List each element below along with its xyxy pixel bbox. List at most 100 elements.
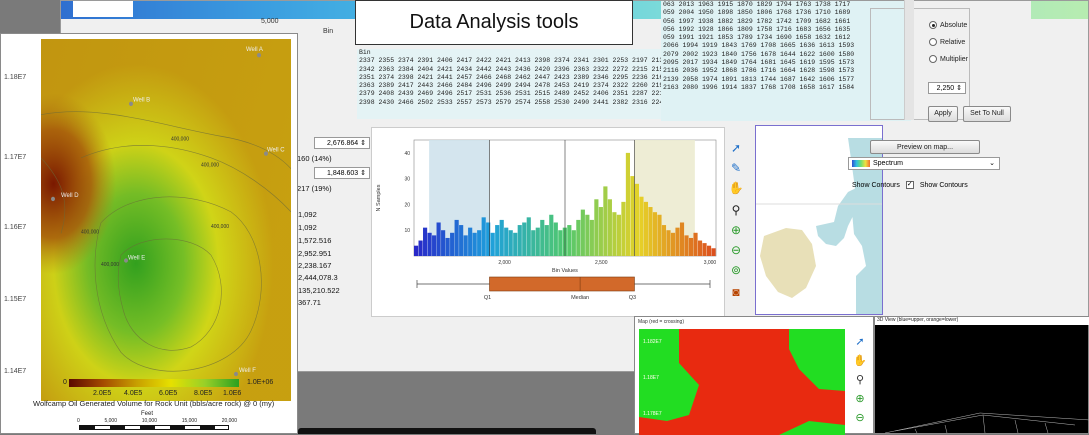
data-grid-secondary[interactable]: Bin 2337 2355 2374 2391 2406 2417 2422 2… xyxy=(357,49,661,119)
histogram-bar xyxy=(603,186,608,256)
histogram-bar xyxy=(535,227,540,256)
callout-label: Data Analysis tools xyxy=(355,0,633,45)
adjust-value: 2,250 xyxy=(936,85,955,92)
legend-min: 0 xyxy=(63,379,67,386)
histogram-bar xyxy=(526,217,531,256)
select-arrow-icon[interactable]: ➚ xyxy=(849,333,871,352)
camera-icon[interactable]: ◙ xyxy=(727,283,745,301)
crossing-y-label: 1.18E7 xyxy=(643,375,659,381)
box-plot-label: Median xyxy=(571,295,589,301)
stat-field-2-value: 1,848.603 xyxy=(327,170,359,177)
y-tick-label: 40 xyxy=(404,151,410,157)
box-plot-box xyxy=(489,276,635,292)
histogram-bar xyxy=(688,237,694,256)
map-y-label: 1.15E7 xyxy=(4,296,27,303)
magnifier-icon[interactable]: ⚲ xyxy=(849,371,871,390)
histogram-panel: 40 30 20 10 N Samples 2,000 2,500 3,000 Bin Valu… xyxy=(371,127,725,317)
3d-view-canvas[interactable] xyxy=(875,325,1089,435)
color-scheme-select[interactable]: Spectrum ⌄ xyxy=(848,157,1000,170)
histogram-bar xyxy=(468,227,473,256)
pencil-icon[interactable]: ✎ xyxy=(727,159,745,177)
radio-dot xyxy=(929,21,937,29)
grid-scrollbar[interactable] xyxy=(904,0,914,120)
radio-absolute[interactable]: Absolute xyxy=(929,21,967,29)
zoom-out-icon[interactable]: ⊖ xyxy=(727,241,745,259)
histogram-bar xyxy=(666,230,671,256)
stat-value: 1,572.516 xyxy=(298,236,332,245)
histogram-bar xyxy=(418,240,423,256)
histogram-bar xyxy=(445,237,450,256)
zoom-in-icon[interactable]: ⊕ xyxy=(849,390,871,409)
contour-options: Show Contours ✓ Show Contours xyxy=(852,181,968,189)
zoom-out-icon[interactable]: ⊖ xyxy=(849,409,871,428)
well-label: Well E xyxy=(128,254,145,261)
histogram-bar xyxy=(697,240,703,256)
histogram-bar xyxy=(589,219,594,256)
stat-field-2[interactable]: 1,848.603 ⇕ xyxy=(314,167,370,179)
radio-dot xyxy=(929,55,937,63)
box-plot-label: Q1 xyxy=(484,295,491,301)
selection-map-preview[interactable] xyxy=(755,125,883,315)
histogram-bar xyxy=(513,232,518,256)
crossing-map[interactable]: 1.182E7 1.18E7 1.178E7 xyxy=(639,329,845,435)
histogram-bar xyxy=(558,230,563,256)
legend-max: 1.0E+06 xyxy=(247,379,274,386)
histogram-bar xyxy=(585,214,590,256)
histogram-bar xyxy=(522,222,527,256)
color-legend-bar xyxy=(69,379,239,387)
histogram-bar xyxy=(661,225,667,256)
pan-hand-icon[interactable]: ✋ xyxy=(849,352,871,371)
y-axis-label: N Samples xyxy=(376,184,382,211)
histogram-bar xyxy=(495,225,500,256)
apply-button[interactable]: Apply xyxy=(928,106,958,122)
magnifier-icon[interactable]: ⚲ xyxy=(727,201,745,219)
stat-value: 2,952.951 xyxy=(298,249,332,258)
adjust-value-spinner[interactable]: 2,250 ⇕ xyxy=(928,82,966,94)
histogram-bar xyxy=(693,232,698,256)
show-contours-checkbox[interactable]: ✓ xyxy=(905,181,914,189)
radio-relative[interactable]: Relative xyxy=(929,38,965,46)
set-to-null-button[interactable]: Set To Null xyxy=(963,106,1011,122)
histogram-bar xyxy=(684,235,689,256)
well-label: Well F xyxy=(239,367,256,374)
histogram-bar xyxy=(634,183,640,256)
radio-multiplier[interactable]: Multiplier xyxy=(929,55,968,63)
chevron-down-icon: ⌄ xyxy=(989,160,995,167)
histogram-chart[interactable]: 40 30 20 10 N Samples 2,000 2,500 3,000 Bin Valu… xyxy=(372,128,726,318)
pan-hand-icon[interactable]: ✋ xyxy=(727,179,745,197)
map-y-label: 1.16E7 xyxy=(4,224,27,231)
preview-on-map-button[interactable]: Preview on map... xyxy=(870,140,980,154)
histogram-bar xyxy=(423,227,428,256)
scale-value-label: 5,000 xyxy=(261,18,279,25)
histogram-bar xyxy=(607,199,612,256)
stat-value: 2,444,078.3 xyxy=(298,273,338,282)
zoom-reset-icon[interactable]: ⊚ xyxy=(727,261,745,279)
histogram-bar xyxy=(576,219,581,256)
histogram-bar xyxy=(481,217,486,256)
legend-tick: 2.0E5 xyxy=(93,390,112,397)
well-label: Well C xyxy=(267,146,285,153)
histogram-bar xyxy=(652,212,658,256)
histogram-bar xyxy=(490,232,495,256)
histogram-bar xyxy=(531,230,536,256)
histogram-bar xyxy=(630,176,635,256)
crossing-map-window: Map (red = crossing) 1.182E7 1.18E7 1.17… xyxy=(634,316,874,435)
chart-toolbar: ➚ ✎ ✋ ⚲ ⊕ ⊖ ⊚ ◙ xyxy=(725,133,749,303)
bin-label: Bin xyxy=(323,28,334,35)
map-y-label: 1.18E7 xyxy=(4,74,27,81)
histogram-bar xyxy=(450,232,455,256)
scale-tick: 15,000 xyxy=(181,418,197,424)
contour-label: 400,000 xyxy=(81,229,99,235)
map-y-label: 1.17E7 xyxy=(4,154,27,161)
stat-field-1[interactable]: 2,676.864 ⇕ xyxy=(314,137,370,149)
show-contours-label: Show Contours xyxy=(852,181,900,189)
select-arrow-icon[interactable]: ➚ xyxy=(727,139,745,157)
scale-tick: 20,000 xyxy=(221,418,237,424)
y-tick-label: 10 xyxy=(404,228,410,234)
zoom-in-icon[interactable]: ⊕ xyxy=(727,221,745,239)
histogram-bar xyxy=(517,225,522,256)
histogram-bar xyxy=(657,214,662,256)
histogram-bar xyxy=(477,230,482,256)
stat-value: 1,092 xyxy=(298,223,317,232)
contour-map[interactable]: 400,000 400,000 400,000 400,000 400,000 … xyxy=(41,39,291,401)
